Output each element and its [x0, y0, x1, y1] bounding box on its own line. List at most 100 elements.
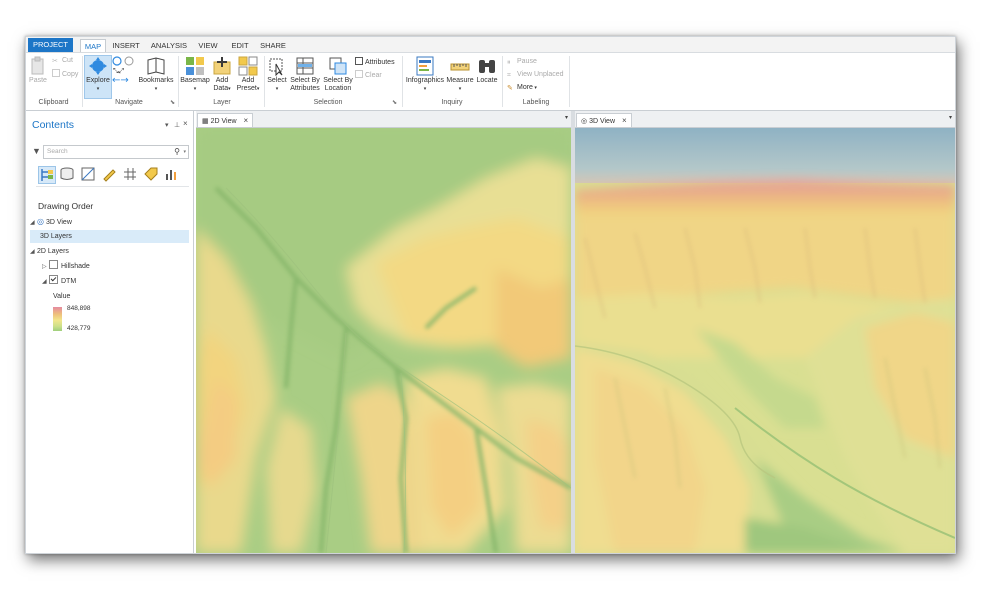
- group-separator: [178, 56, 179, 107]
- tab-2d-view[interactable]: ▦ 2D View ×: [197, 113, 254, 127]
- add-preset-icon: [238, 56, 258, 76]
- chevron-down-icon: ▾: [154, 86, 158, 92]
- tab-view[interactable]: VIEW: [196, 39, 220, 52]
- clear-button[interactable]: Clear: [355, 70, 382, 80]
- tab-edit[interactable]: EDIT: [229, 39, 251, 52]
- drawing-order-heading: Drawing Order: [38, 201, 94, 211]
- cut-label: Cut: [62, 57, 73, 64]
- labeling-tool[interactable]: [143, 166, 159, 182]
- clear-label: Clear: [365, 72, 382, 79]
- group-separator: [569, 56, 570, 107]
- search-placeholder: Search: [47, 148, 68, 155]
- cut-button[interactable]: ✂ Cut: [52, 56, 73, 66]
- tab-share[interactable]: SHARE: [259, 39, 287, 52]
- paste-button[interactable]: Paste: [28, 56, 48, 85]
- paste-label: Paste: [29, 77, 47, 84]
- group-separator: [402, 56, 403, 107]
- tab-3d-view[interactable]: ◎ 3D View ×: [576, 113, 632, 127]
- search-input[interactable]: Search ⚲ ▾: [43, 145, 189, 159]
- map-canvas-3d[interactable]: [575, 128, 955, 553]
- add-data-button[interactable]: Add Data▾: [210, 56, 234, 93]
- attributes-button[interactable]: Attributes: [355, 57, 395, 67]
- explore-button[interactable]: Explore ▾: [84, 56, 112, 93]
- select-by-location-button[interactable]: Select By Location: [322, 56, 354, 93]
- more-button[interactable]: ✎ More ▾: [507, 83, 537, 93]
- pause-label: Pause: [517, 58, 537, 65]
- expand-icon[interactable]: ◢: [42, 276, 49, 289]
- expand-icon[interactable]: ◢: [30, 246, 37, 259]
- view-unplaced-button[interactable]: ⌗ View Unplaced: [507, 70, 564, 80]
- close-icon[interactable]: ×: [622, 116, 627, 125]
- close-icon[interactable]: ×: [244, 116, 249, 125]
- pane-options-icon[interactable]: ▾: [165, 121, 169, 129]
- measure-button[interactable]: Measure ▾: [446, 56, 474, 93]
- snapping-tool[interactable]: [122, 166, 138, 182]
- tab-analysis[interactable]: ANALYSIS: [150, 39, 188, 52]
- chevron-down-icon: ▾: [532, 85, 537, 91]
- chevron-down-icon: ▾: [193, 86, 197, 92]
- infographics-icon: [416, 56, 434, 76]
- contents-pane: Contents ▾ ⊥ × ▼ Search ⚲ ▾ Drawing Orde…: [26, 111, 194, 553]
- nav-tools-icon[interactable]: ⤡⤢ ←→: [112, 56, 138, 84]
- tab-project[interactable]: PROJECT: [28, 38, 73, 52]
- database-icon: [60, 167, 74, 180]
- tab-insert[interactable]: INSERT: [112, 39, 140, 52]
- chart-icon: [166, 170, 176, 180]
- expand-icon[interactable]: ◢: [30, 217, 37, 230]
- locate-button[interactable]: Locate: [475, 56, 499, 85]
- tree-item-3d-view[interactable]: ◢ ◎ 3D View: [30, 215, 72, 228]
- clear-icon: [355, 70, 363, 78]
- select-by-location-label-1: Select By: [323, 77, 353, 84]
- tree-item-hillshade[interactable]: ▷ Hillshade: [42, 260, 90, 273]
- tree-label: Hillshade: [61, 263, 90, 270]
- pause-button[interactable]: ⏸ Pause: [507, 57, 537, 67]
- visibility-checkbox[interactable]: [49, 275, 58, 284]
- globe-icon: ◎: [37, 217, 44, 226]
- infographics-button[interactable]: Infographics ▾: [404, 56, 446, 93]
- select-icon: [269, 58, 283, 76]
- tree-item-3d-layers[interactable]: 3D Layers: [30, 230, 189, 243]
- tree-label: 3D View: [45, 219, 72, 226]
- tab-map[interactable]: MAP: [80, 39, 106, 53]
- basemap-button[interactable]: Basemap ▾: [180, 56, 210, 93]
- basemap-label: Basemap: [180, 77, 210, 84]
- filter-icon[interactable]: ▼: [32, 146, 41, 156]
- legend-color-ramp: [53, 307, 62, 331]
- ribbon: Paste ✂ Cut Copy Clipboard Explore ▾ ⤡⤢ ←→: [26, 52, 955, 111]
- snapping-icon: [124, 168, 136, 180]
- copy-button[interactable]: Copy: [52, 69, 78, 79]
- select-by-attributes-button[interactable]: Select By Attributes: [289, 56, 321, 93]
- launcher-icon[interactable]: ⬊: [170, 99, 175, 106]
- select-button[interactable]: Select ▾: [266, 56, 288, 93]
- map-canvas-2d[interactable]: [196, 128, 571, 553]
- editing-tool[interactable]: [101, 166, 117, 182]
- chevron-down-icon[interactable]: ▾: [565, 114, 568, 121]
- pin-icon[interactable]: ⊥: [174, 121, 180, 129]
- measure-icon: [450, 63, 470, 71]
- data-source-tool[interactable]: [59, 166, 75, 182]
- chevron-down-icon[interactable]: ▾: [949, 114, 952, 121]
- select-label: Select: [267, 77, 287, 84]
- charts-tool[interactable]: [164, 166, 180, 182]
- legend-max-value: 848,898: [67, 305, 91, 312]
- map-icon: ▦: [202, 118, 209, 125]
- explore-label: Explore: [86, 77, 110, 84]
- selection-tool[interactable]: [80, 166, 96, 182]
- launcher-icon[interactable]: ⬊: [392, 99, 397, 106]
- collapse-icon[interactable]: ▷: [42, 261, 49, 274]
- terrain-3d-image: [575, 128, 955, 553]
- bookmarks-button[interactable]: Bookmarks ▾: [138, 56, 174, 93]
- group-separator: [502, 56, 503, 107]
- visibility-checkbox[interactable]: [49, 260, 58, 269]
- drawing-order-tool[interactable]: [38, 166, 56, 184]
- bookmarks-label: Bookmarks: [138, 77, 174, 84]
- list-by-drawing-order-icon: [41, 169, 53, 181]
- add-preset-button[interactable]: Add Preset▾: [235, 56, 261, 93]
- view-unplaced-icon: ⌗: [507, 72, 511, 79]
- tree-item-2d-layers[interactable]: ◢ 2D Layers: [30, 245, 69, 258]
- close-icon[interactable]: ×: [183, 119, 188, 128]
- chevron-down-icon[interactable]: ▾: [183, 146, 186, 158]
- tree-item-dtm[interactable]: ◢ DTM: [42, 275, 76, 288]
- ribbon-tab-bar: PROJECT MAP INSERT ANALYSIS VIEW EDIT SH…: [26, 37, 955, 53]
- search-icon[interactable]: ⚲: [174, 146, 180, 158]
